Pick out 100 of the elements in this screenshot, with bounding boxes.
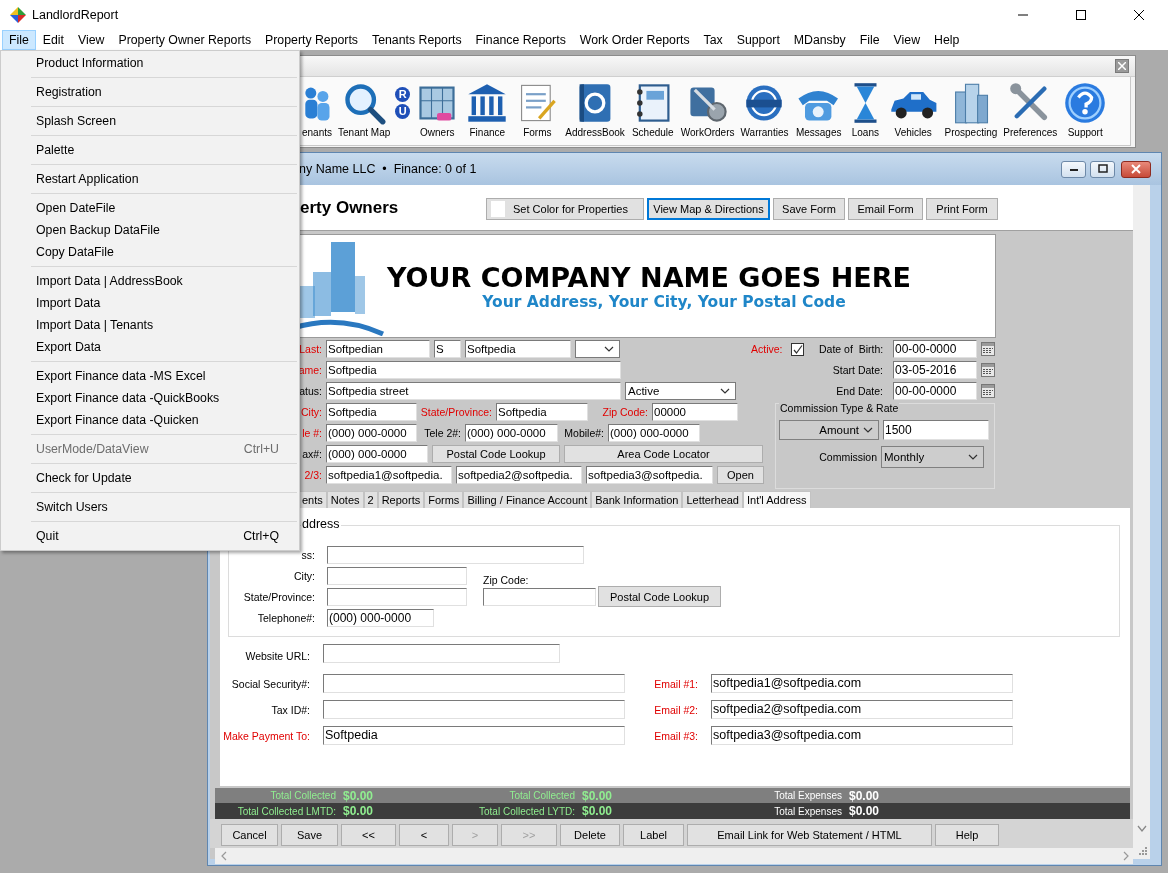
menu-item[interactable]: Switch Users (1, 496, 299, 518)
text-field[interactable]: softpedia3@softpedia. (586, 466, 713, 484)
text-field[interactable] (327, 545, 584, 564)
text-field[interactable]: softpedia3@softpedia.com (711, 726, 1013, 745)
menu-item[interactable]: Support (729, 30, 787, 50)
menu-item[interactable]: Help (927, 30, 967, 50)
menu-item[interactable]: Edit (35, 30, 72, 50)
form-button[interactable]: Cancel (221, 824, 278, 846)
form-button[interactable]: Email Link for Web Statement / HTML (687, 824, 932, 846)
form-button[interactable]: Delete (560, 824, 620, 846)
maximize-icon[interactable] (1097, 164, 1108, 174)
toolbar-button[interactable]: Forms (512, 81, 563, 138)
menu-item[interactable]: Export Data (1, 336, 299, 358)
text-field[interactable]: Softpedia (496, 403, 588, 421)
menu-item[interactable]: Check for Update (1, 467, 299, 489)
date-field[interactable]: 03-05-2016 (893, 361, 977, 379)
text-field[interactable]: S (434, 340, 461, 358)
form-button[interactable]: Help (935, 824, 999, 846)
calendar-icon[interactable] (981, 384, 995, 398)
text-field[interactable] (323, 644, 560, 663)
menu-item[interactable]: Product Information (1, 52, 299, 74)
toolbar-button[interactable]: Preferences (1000, 81, 1061, 138)
letter-badge[interactable]: R (395, 87, 411, 102)
resize-grip-icon[interactable] (1138, 846, 1147, 855)
text-field[interactable]: (000) 000-0000 (327, 608, 434, 627)
menu-item[interactable]: Open Backup DataFile (1, 219, 299, 241)
form-button[interactable]: Save Form (773, 197, 845, 220)
scroll-down-icon[interactable] (1137, 825, 1147, 833)
form-button[interactable]: Area Code Locator (564, 445, 763, 463)
form-button[interactable]: Set Color for Properties (486, 197, 644, 220)
menu-item[interactable]: Restart Application (1, 168, 299, 190)
text-field[interactable]: softpedia1@softpedia.com (711, 674, 1013, 693)
form-button[interactable]: < (399, 824, 449, 846)
menu-item[interactable]: Export Finance data -Quicken (1, 409, 299, 431)
close-icon[interactable] (1134, 10, 1144, 20)
toolbar-button[interactable]: WorkOrders (677, 81, 738, 138)
caret-icon[interactable] (604, 346, 614, 352)
tab[interactable]: Reports (377, 491, 425, 508)
form-button[interactable]: Print Form (926, 197, 998, 220)
menu-item[interactable]: File (852, 30, 887, 50)
tab[interactable]: Notes (326, 491, 364, 508)
caret-icon[interactable] (863, 427, 873, 433)
text-field[interactable] (323, 700, 625, 719)
close-button[interactable] (1121, 160, 1151, 178)
form-button[interactable]: Postal Code Lookup (432, 445, 560, 463)
toolbar-button[interactable]: Loans (845, 81, 885, 138)
toolbar-button[interactable]: Support (1060, 81, 1111, 138)
menu-item[interactable]: Copy DataFile (1, 241, 299, 263)
form-button[interactable]: Label (623, 824, 684, 846)
menu-item[interactable]: View (886, 30, 928, 50)
toolbar-button[interactable]: Tenant Map (335, 81, 394, 138)
menu-item[interactable]: View (71, 30, 112, 50)
scroll-left-icon[interactable] (221, 851, 227, 861)
menu-item[interactable]: Import Data | AddressBook (1, 270, 299, 292)
form-button[interactable]: Postal Code Lookup (598, 586, 721, 607)
text-field[interactable]: Softpedia (326, 361, 621, 379)
menu-item[interactable]: Tenants Reports (365, 30, 469, 50)
text-field[interactable]: Softpedian (326, 340, 430, 358)
menu-item[interactable]: Work Order Reports (572, 30, 697, 50)
text-field[interactable]: softpedia1@softpedia. (326, 466, 452, 484)
toolbar-button[interactable]: Warranties (737, 81, 792, 138)
menu-item[interactable]: Palette (1, 139, 299, 161)
text-field[interactable] (483, 587, 596, 606)
text-field[interactable]: Softpedia (465, 340, 571, 358)
menu-item[interactable]: Export Finance data -QuickBooks (1, 387, 299, 409)
vertical-scrollbar[interactable] (1133, 185, 1150, 859)
calendar-icon[interactable] (981, 363, 995, 377)
menu-item[interactable]: Quit Ctrl+Q (1, 525, 299, 547)
menu-item[interactable]: Finance Reports (468, 30, 573, 50)
toolbar-button[interactable]: Vehicles (884, 81, 942, 138)
toolbar-button[interactable]: Owners (412, 81, 463, 138)
calendar-icon[interactable] (981, 342, 995, 356)
form-button[interactable]: << (341, 824, 396, 846)
tab[interactable]: Billing / Finance Account (463, 491, 592, 508)
minimize-button[interactable] (1061, 160, 1086, 178)
text-field[interactable]: 00000 (652, 403, 738, 421)
text-field[interactable]: Softpedia street (326, 382, 621, 400)
menu-item[interactable]: MDansby (786, 30, 853, 50)
maximize-icon[interactable] (1076, 10, 1086, 20)
dropdown-field[interactable]: Monthly (881, 446, 984, 468)
toolbar-button[interactable]: Messages (791, 81, 846, 138)
text-field[interactable]: Softpedia (323, 726, 625, 745)
tab[interactable]: Forms (424, 491, 464, 508)
dropdown-field[interactable]: Active (625, 382, 736, 400)
menu-item[interactable]: File (2, 30, 36, 50)
date-field[interactable]: 00-00-0000 (893, 340, 977, 358)
toolbar-button[interactable]: Prospecting (941, 81, 1001, 138)
menu-item[interactable]: Open DateFile (1, 197, 299, 219)
menu-item[interactable]: Registration (1, 81, 299, 103)
dropdown-field[interactable]: Amount (779, 420, 879, 440)
toolbar-button[interactable]: Finance (462, 81, 513, 138)
text-field[interactable] (323, 674, 625, 693)
date-field[interactable]: 00-00-0000 (893, 382, 977, 400)
menu-item[interactable]: Export Finance data -MS Excel (1, 365, 299, 387)
maximize-button[interactable] (1090, 160, 1115, 178)
toolbar-button[interactable]: enants (298, 81, 336, 138)
form-button[interactable]: View Map & Directions (647, 197, 770, 220)
tab[interactable]: ents (298, 491, 327, 508)
caret-icon[interactable] (968, 454, 978, 460)
letter-badge[interactable]: U (395, 104, 411, 119)
